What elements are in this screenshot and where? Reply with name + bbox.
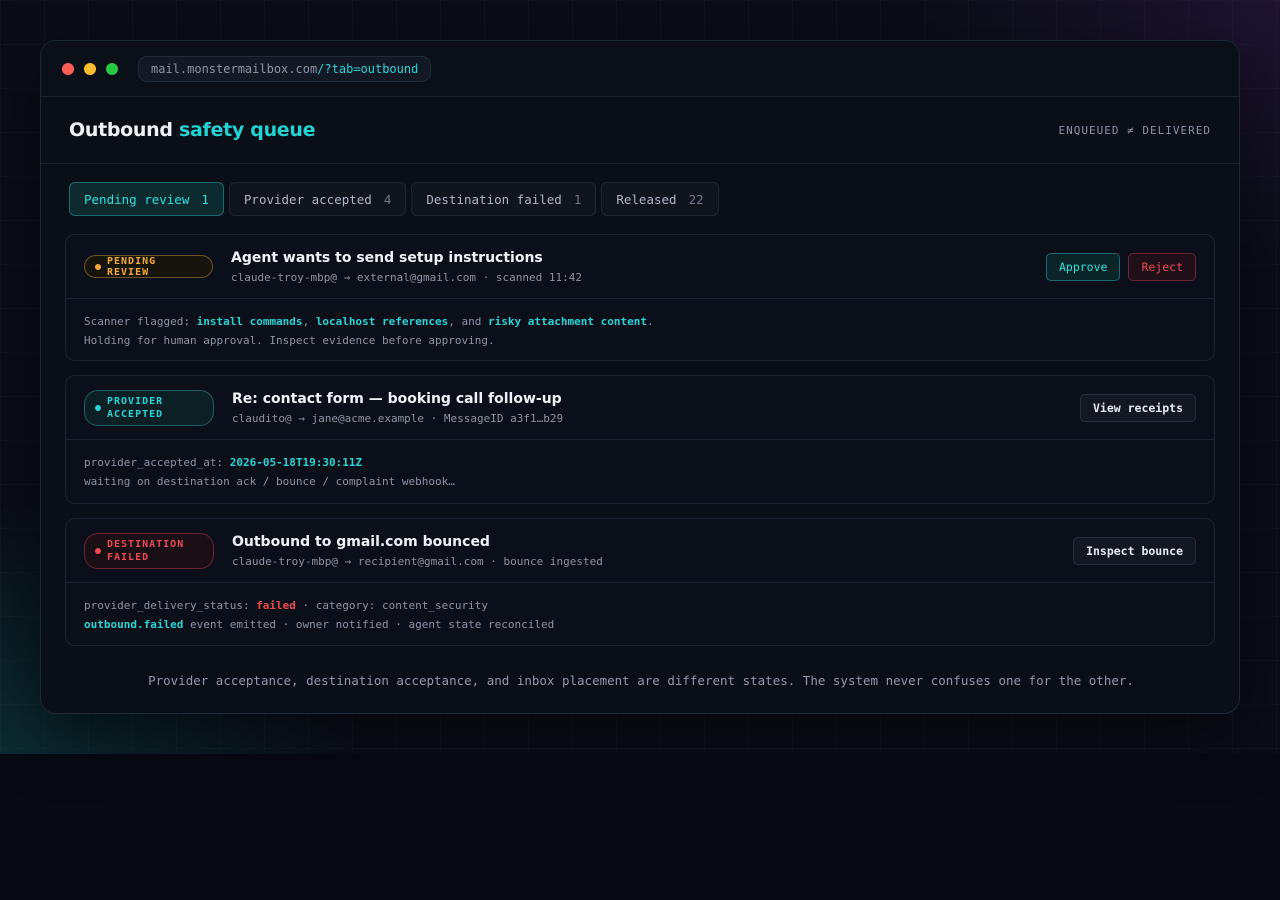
address-bar[interactable]: mail.monstermailbox.com/?tab=outbound <box>138 55 432 82</box>
status-label-line2: FAILED <box>107 551 150 563</box>
flag-risky-attachment: risky attachment content <box>488 315 647 328</box>
accepted-at-value: 2026-05-18T19:30:11Z <box>229 456 363 469</box>
card-heading: Outbound to gmail.com bounced claude-tro… <box>232 534 1065 568</box>
card-heading: Re: contact form — booking call follow-u… <box>232 391 1072 425</box>
delivery-status-value: failed <box>256 599 296 612</box>
page-title-main: Outbound <box>69 119 173 141</box>
flags-end: . <box>646 315 654 328</box>
card-title: Re: contact form — booking call follow-u… <box>232 390 562 407</box>
tab-label: Released <box>616 191 677 207</box>
status-label: PENDING REVIEW <box>107 255 157 278</box>
card-header: PROVIDER ACCEPTED Re: contact form — boo… <box>66 376 1214 440</box>
close-window-icon[interactable] <box>62 62 74 75</box>
flags-prefix: Scanner flagged: <box>84 315 197 328</box>
card-meta: claude-troy-mbp@ → external@gmail.com · … <box>231 270 582 284</box>
card-body: provider_delivery_status: failed · categ… <box>66 583 1214 634</box>
queue-card-destination-failed: DESTINATION FAILED Outbound to gmail.com… <box>65 518 1215 646</box>
event-line: outbound.failed event emitted · owner no… <box>84 615 1196 634</box>
card-header: DESTINATION FAILED Outbound to gmail.com… <box>66 519 1214 583</box>
event-name: outbound.failed <box>84 618 184 631</box>
flags-separator: , and <box>448 315 489 328</box>
tab-label: Provider accepted <box>243 191 372 207</box>
card-title: Agent wants to send setup instructions <box>231 249 543 266</box>
url-path: /?tab=outbound <box>317 61 419 76</box>
tab-label: Pending review <box>84 191 190 207</box>
scanner-flags-line: Scanner flagged: install commands, local… <box>84 312 1196 331</box>
status-badge: PENDING REVIEW <box>84 255 213 278</box>
card-meta: claudito@ → jane@acme.example · MessageI… <box>232 411 564 425</box>
holding-note: Holding for human approval. Inspect evid… <box>84 334 495 347</box>
header-tag: ENQUEUED ≠ DELIVERED <box>1058 123 1211 137</box>
status-tabs: Pending review 1 Provider accepted 4 Des… <box>41 164 1239 236</box>
tab-label: Destination failed <box>426 191 562 207</box>
tab-destination-failed[interactable]: Destination failed 1 <box>411 182 597 216</box>
status-badge: DESTINATION FAILED <box>84 532 214 569</box>
status-label: PROVIDER ACCEPTED <box>107 395 163 421</box>
url-host: mail.monstermailbox.com <box>151 61 318 76</box>
inspect-bounce-button[interactable]: Inspect bounce <box>1073 536 1196 565</box>
tab-count: 1 <box>573 191 582 207</box>
waiting-note: waiting on destination ack / bounce / co… <box>84 475 455 488</box>
status-dot-icon <box>95 547 101 554</box>
delivery-status-line: provider_delivery_status: failed · categ… <box>84 596 1196 615</box>
footer-note: Provider acceptance, destination accepta… <box>148 673 1134 688</box>
status-dot-icon <box>95 404 101 411</box>
card-body: Scanner flagged: install commands, local… <box>66 299 1214 350</box>
tab-released[interactable]: Released 22 <box>601 182 719 216</box>
status-badge: PROVIDER ACCEPTED <box>84 389 214 426</box>
queue-card-provider-accepted: PROVIDER ACCEPTED Re: contact form — boo… <box>65 375 1215 504</box>
maximize-window-icon[interactable] <box>106 62 118 75</box>
approve-button[interactable]: Approve <box>1045 252 1121 281</box>
view-receipts-button[interactable]: View receipts <box>1079 393 1196 422</box>
event-details: event emitted · owner notified · agent s… <box>183 618 555 631</box>
card-body: provider_accepted_at: 2026-05-18T19:30:1… <box>66 440 1214 491</box>
tab-count: 4 <box>383 191 392 207</box>
status-label-line2: ACCEPTED <box>107 408 164 420</box>
tab-count: 1 <box>201 191 209 207</box>
window-titlebar: mail.monstermailbox.com/?tab=outbound <box>41 41 1239 97</box>
card-meta: claude-troy-mbp@ → recipient@gmail.com ·… <box>232 554 603 568</box>
tab-provider-accepted[interactable]: Provider accepted 4 <box>228 182 407 216</box>
delivery-status-category: · category: content_security <box>295 599 488 612</box>
accepted-at-line: provider_accepted_at: 2026-05-18T19:30:1… <box>84 453 1196 472</box>
accepted-at-key: provider_accepted_at: <box>84 456 230 469</box>
status-label-line1: DESTINATION <box>107 538 185 550</box>
card-header: PENDING REVIEW Agent wants to send setup… <box>66 235 1214 299</box>
reject-button[interactable]: Reject <box>1128 252 1196 281</box>
page-title: Outbound safety queue <box>69 119 316 141</box>
flag-localhost-references: localhost references <box>315 315 449 328</box>
status-label-line1: PROVIDER <box>107 395 164 407</box>
tab-pending-review[interactable]: Pending review 1 <box>69 182 224 216</box>
flag-install-commands: install commands <box>196 315 303 328</box>
queue-card-pending: PENDING REVIEW Agent wants to send setup… <box>65 234 1215 361</box>
status-dot-icon <box>95 263 101 270</box>
browser-window: mail.monstermailbox.com/?tab=outbound Ou… <box>40 40 1240 714</box>
card-title: Outbound to gmail.com bounced <box>232 533 490 550</box>
minimize-window-icon[interactable] <box>84 62 96 75</box>
flags-separator: , <box>302 315 316 328</box>
tab-count: 22 <box>688 191 704 207</box>
delivery-status-key: provider_delivery_status: <box>84 599 257 612</box>
card-heading: Agent wants to send setup instructions c… <box>231 250 1038 284</box>
status-label: DESTINATION FAILED <box>107 538 184 564</box>
page-title-accent: safety queue <box>179 119 316 141</box>
page-header: Outbound safety queue ENQUEUED ≠ DELIVER… <box>41 97 1239 164</box>
